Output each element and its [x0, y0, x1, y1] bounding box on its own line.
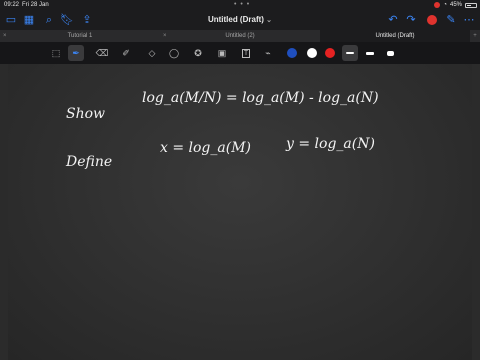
image-tool[interactable]: ▣: [214, 45, 230, 61]
color-swatch-white: [307, 48, 317, 58]
pen-icon: ✒: [72, 47, 80, 58]
color-white[interactable]: [304, 45, 320, 61]
handwritten-y-definition: y = log_a(N): [286, 136, 375, 152]
thickness-thin[interactable]: [342, 45, 358, 61]
tab-close-icon[interactable]: ×: [163, 30, 167, 42]
battery-icon: [465, 2, 477, 8]
lasso-tool[interactable]: ◯: [166, 45, 182, 61]
color-blue[interactable]: [284, 45, 300, 61]
tab-close-icon[interactable]: ×: [3, 30, 7, 42]
pen-tool[interactable]: ✒: [68, 45, 84, 61]
lasso-select-tool[interactable]: ⬚: [48, 45, 64, 61]
thick-stroke-icon: [386, 50, 394, 56]
highlighter-tool[interactable]: ✐: [118, 45, 134, 61]
eraser-tool[interactable]: ⌫: [94, 45, 110, 61]
eraser-icon: ⌫: [95, 47, 109, 58]
tab-tutorial-1[interactable]: × Tutorial 1: [0, 30, 160, 42]
record-icon[interactable]: [424, 10, 440, 30]
lasso-icon: ◯: [168, 47, 180, 58]
thickness-medium[interactable]: [362, 45, 378, 61]
text-icon: T: [241, 48, 251, 58]
battery-percent: 45%: [449, 2, 462, 8]
tab-label: Untitled (Draft): [375, 33, 415, 39]
highlighter-icon: ✐: [122, 47, 130, 58]
laser-pointer-icon: ⌁: [265, 47, 271, 58]
tab-label: Tutorial 1: [67, 33, 93, 39]
more-icon[interactable]: ⋯: [462, 10, 476, 30]
navigation-bar: ▭ ▦ ⌕ 🔖︎ ⇪ Untitled (Draft) ⌄ ↶ ↷ ✎ ⋯: [0, 10, 480, 30]
chevron-down-icon: ⌄: [266, 17, 273, 24]
shapes-icon: ◇: [148, 47, 156, 58]
selection-icon: ⬚: [51, 47, 61, 58]
medium-stroke-icon: [366, 51, 374, 55]
undo-icon[interactable]: ↶: [386, 10, 400, 30]
handwritten-define: Define: [66, 154, 113, 170]
image-icon: ▣: [217, 47, 227, 58]
color-swatch-blue: [287, 48, 297, 58]
tab-label: Untitled (2): [225, 33, 255, 39]
plus-icon: +: [473, 33, 477, 39]
color-red[interactable]: [322, 45, 338, 61]
chalkboard-page[interactable]: Show log_a(M/N) = log_a(M) - log_a(N) De…: [8, 64, 472, 360]
thin-stroke-icon: [346, 52, 354, 54]
status-right: ◔ 45%: [434, 0, 477, 10]
status-bar: 09:22 Fri 28 Jan • • • ◔ 45%: [0, 0, 480, 10]
tool-dock: ⬚ ✒ ⌫ ✐ ◇ ◯ ✪ ▣ T ⌁: [0, 42, 480, 64]
thickness-thick[interactable]: [382, 45, 398, 61]
text-tool[interactable]: T: [238, 45, 254, 61]
status-date: Fri 28 Jan: [22, 2, 49, 8]
status-time: 09:22: [4, 2, 20, 8]
recording-icon: [434, 2, 441, 8]
wifi-icon: ◔: [443, 2, 447, 8]
document-title-text: Untitled (Draft): [207, 15, 264, 24]
color-swatch-red: [325, 48, 335, 58]
handwritten-x-definition: x = log_a(M): [160, 140, 251, 156]
handwritten-log-quotient-rule: log_a(M/N) = log_a(M) - log_a(N): [142, 90, 379, 106]
note-canvas[interactable]: Show log_a(M/N) = log_a(M) - log_a(N) De…: [0, 64, 480, 360]
tab-untitled-draft[interactable]: Untitled (Draft): [320, 30, 470, 42]
element-tool[interactable]: ✪: [190, 45, 206, 61]
tab-bar: × Tutorial 1 × Untitled (2) Untitled (Dr…: [0, 30, 480, 42]
tab-untitled-2[interactable]: × Untitled (2): [160, 30, 320, 42]
star-icon: ✪: [194, 47, 202, 58]
new-tab-button[interactable]: +: [470, 30, 480, 42]
multitasking-dots[interactable]: • • •: [234, 0, 250, 10]
pencil-mode-icon[interactable]: ✎: [444, 10, 458, 30]
redo-icon[interactable]: ↷: [404, 10, 418, 30]
handwritten-show: Show: [66, 106, 106, 122]
laser-pointer-tool[interactable]: ⌁: [260, 45, 276, 61]
shapes-tool[interactable]: ◇: [144, 45, 160, 61]
